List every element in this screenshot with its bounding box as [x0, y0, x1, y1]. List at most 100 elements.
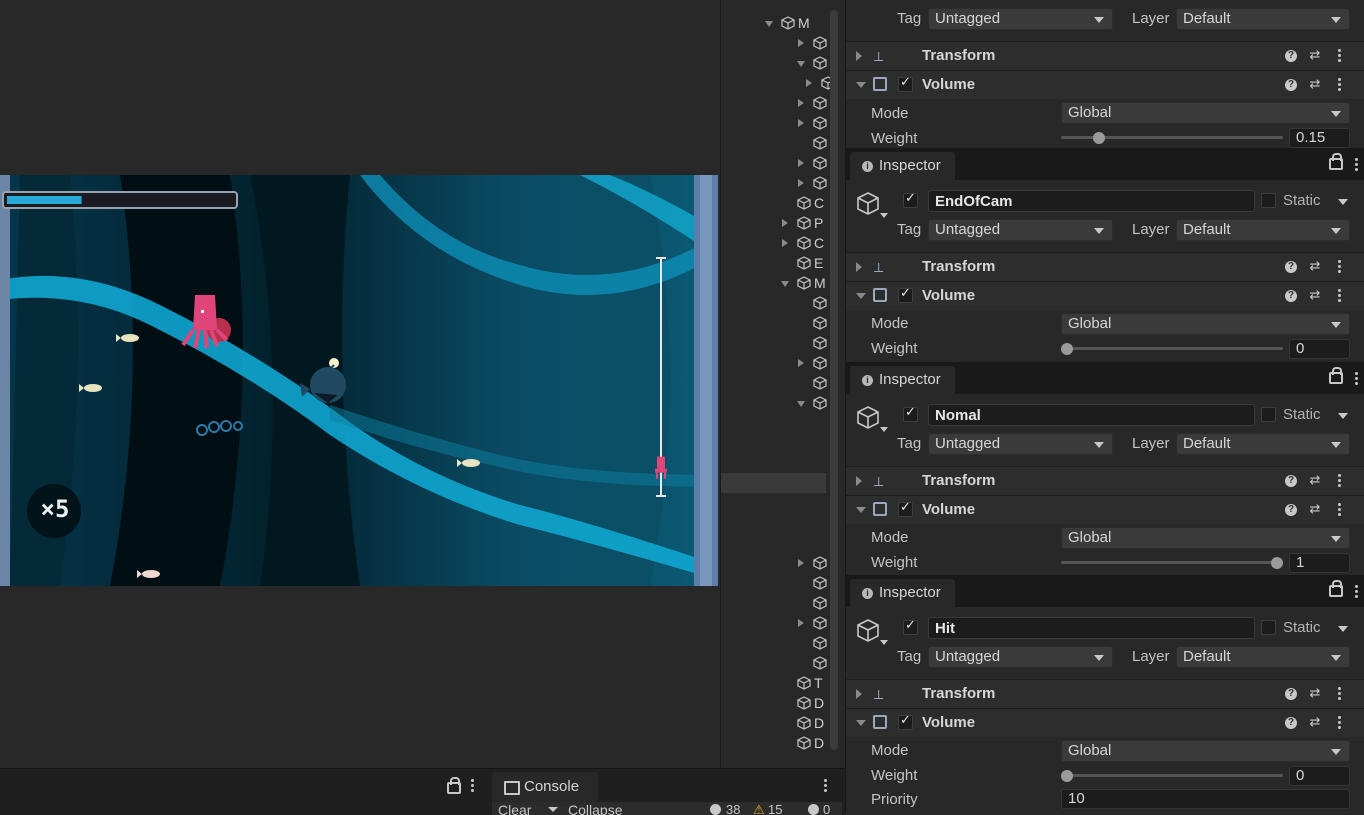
- presets-icon[interactable]: ⇄: [1308, 289, 1322, 303]
- tag-dropdown[interactable]: Untagged: [928, 8, 1113, 30]
- icon-dropdown-arrow[interactable]: [880, 640, 888, 645]
- expand-arrow-icon[interactable]: [806, 79, 812, 87]
- clear-button[interactable]: Clear: [498, 802, 531, 815]
- mode-dropdown[interactable]: Global: [1061, 313, 1350, 335]
- weight-slider-thumb[interactable]: [1061, 343, 1073, 355]
- weight-value-field[interactable]: 0.15: [1289, 128, 1350, 148]
- weight-value-field[interactable]: 0: [1289, 766, 1350, 786]
- collapse-arrow-icon[interactable]: [856, 507, 866, 513]
- object-name-field[interactable]: Hit: [928, 617, 1255, 639]
- weight-slider-track[interactable]: [1061, 561, 1283, 564]
- static-dropdown-icon[interactable]: [1338, 199, 1348, 205]
- weight-slider-track[interactable]: [1061, 347, 1283, 350]
- hierarchy-selected-row[interactable]: [721, 473, 826, 493]
- volume-component-header[interactable]: Volume ? ⇄: [846, 281, 1364, 310]
- hierarchy-row[interactable]: [721, 73, 835, 93]
- expand-arrow-icon[interactable]: [856, 51, 862, 61]
- weight-value-field[interactable]: 0: [1289, 339, 1350, 359]
- tab-console[interactable]: Console: [492, 772, 598, 802]
- error-count[interactable]: 0: [823, 802, 830, 815]
- help-icon[interactable]: ?: [1285, 688, 1297, 700]
- collapse-arrow-icon[interactable]: [781, 281, 789, 287]
- help-icon[interactable]: ?: [1285, 261, 1297, 273]
- expand-arrow-icon[interactable]: [798, 99, 804, 107]
- icon-dropdown-arrow[interactable]: [880, 213, 888, 218]
- presets-icon[interactable]: ⇄: [1308, 474, 1322, 488]
- tab-inspector[interactable]: i Inspector: [850, 152, 955, 180]
- expand-arrow-icon[interactable]: [798, 359, 804, 367]
- presets-icon[interactable]: ⇄: [1308, 687, 1322, 701]
- help-icon[interactable]: ?: [1285, 79, 1297, 91]
- hierarchy-row[interactable]: M: [721, 273, 826, 293]
- hierarchy-row[interactable]: [721, 53, 827, 73]
- layer-dropdown[interactable]: Default: [1176, 433, 1350, 455]
- hierarchy-row[interactable]: [721, 293, 827, 313]
- hierarchy-row[interactable]: [721, 153, 827, 173]
- hierarchy-row[interactable]: T: [721, 673, 826, 693]
- collapse-arrow-icon[interactable]: [856, 720, 866, 726]
- expand-arrow-icon[interactable]: [856, 476, 862, 486]
- help-icon[interactable]: ?: [1285, 475, 1297, 487]
- help-icon[interactable]: ?: [1285, 717, 1297, 729]
- hierarchy-row[interactable]: E: [721, 253, 826, 273]
- object-name-field[interactable]: EndOfCam: [928, 190, 1255, 212]
- active-checkbox[interactable]: [903, 405, 918, 422]
- volume-component-header[interactable]: Volume ? ⇄: [846, 495, 1364, 524]
- hierarchy-row[interactable]: [721, 33, 827, 53]
- collapse-arrow-icon[interactable]: [856, 82, 866, 88]
- tab-inspector[interactable]: i Inspector: [850, 366, 955, 394]
- volume-enabled-checkbox[interactable]: [898, 75, 913, 92]
- hierarchy-row[interactable]: [721, 333, 827, 353]
- static-checkbox[interactable]: [1261, 407, 1276, 422]
- transform-component-header[interactable]: ⟂ Transform ? ⇄: [846, 679, 1364, 708]
- clear-dropdown-icon[interactable]: [548, 807, 558, 812]
- weight-value-field[interactable]: 1: [1289, 553, 1350, 573]
- hierarchy-row[interactable]: [721, 653, 827, 673]
- weight-slider-thumb[interactable]: [1092, 132, 1105, 144]
- tag-dropdown[interactable]: Untagged: [928, 646, 1113, 668]
- hierarchy-row[interactable]: D: [721, 713, 826, 733]
- mode-dropdown[interactable]: Global: [1061, 102, 1350, 124]
- hierarchy-row[interactable]: C: [721, 193, 826, 213]
- component-menu-icon[interactable]: [1338, 474, 1342, 488]
- transform-component-header[interactable]: ⟂ Transform ? ⇄: [846, 466, 1364, 495]
- object-name-field[interactable]: Nomal: [928, 404, 1255, 426]
- expand-arrow-icon[interactable]: [856, 689, 862, 699]
- component-menu-icon[interactable]: [1338, 716, 1342, 730]
- lock-icon[interactable]: [1329, 367, 1343, 384]
- hierarchy-row[interactable]: [721, 93, 827, 113]
- expand-arrow-icon[interactable]: [798, 559, 804, 567]
- static-dropdown-icon[interactable]: [1338, 413, 1348, 419]
- weight-slider-track[interactable]: [1061, 774, 1283, 777]
- warning-count[interactable]: 15: [768, 802, 782, 815]
- collapse-button[interactable]: Collapse: [568, 802, 622, 815]
- expand-arrow-icon[interactable]: [798, 159, 804, 167]
- tag-dropdown[interactable]: Untagged: [928, 433, 1113, 455]
- expand-arrow-icon[interactable]: [856, 262, 862, 272]
- volume-component-header[interactable]: Volume ? ⇄: [846, 708, 1364, 737]
- layer-dropdown[interactable]: Default: [1176, 646, 1350, 668]
- expand-arrow-icon[interactable]: [782, 239, 788, 247]
- collapse-arrow-icon[interactable]: [797, 401, 805, 407]
- static-checkbox[interactable]: [1261, 193, 1276, 208]
- hierarchy-row[interactable]: [721, 353, 827, 373]
- weight-slider-thumb[interactable]: [1271, 557, 1283, 569]
- priority-value-field[interactable]: 10: [1061, 789, 1350, 809]
- hierarchy-row[interactable]: [721, 633, 827, 653]
- help-icon[interactable]: ?: [1285, 50, 1297, 62]
- static-dropdown-icon[interactable]: [1338, 626, 1348, 632]
- component-menu-icon[interactable]: [1338, 687, 1342, 701]
- console-menu-icon[interactable]: [824, 779, 828, 793]
- hierarchy-scrollbar[interactable]: [830, 10, 838, 750]
- presets-icon[interactable]: ⇄: [1308, 260, 1322, 274]
- hierarchy-row[interactable]: [721, 613, 827, 633]
- hierarchy-row[interactable]: P: [721, 213, 826, 233]
- static-checkbox[interactable]: [1261, 620, 1276, 635]
- help-icon[interactable]: ?: [1285, 290, 1297, 302]
- expand-arrow-icon[interactable]: [798, 179, 804, 187]
- expand-arrow-icon[interactable]: [798, 619, 804, 627]
- lock-icon[interactable]: [1329, 580, 1343, 597]
- transform-component-header[interactable]: ⟂ Transform ? ⇄: [846, 41, 1364, 70]
- component-menu-icon[interactable]: [1338, 49, 1342, 63]
- hierarchy-row[interactable]: [721, 393, 827, 413]
